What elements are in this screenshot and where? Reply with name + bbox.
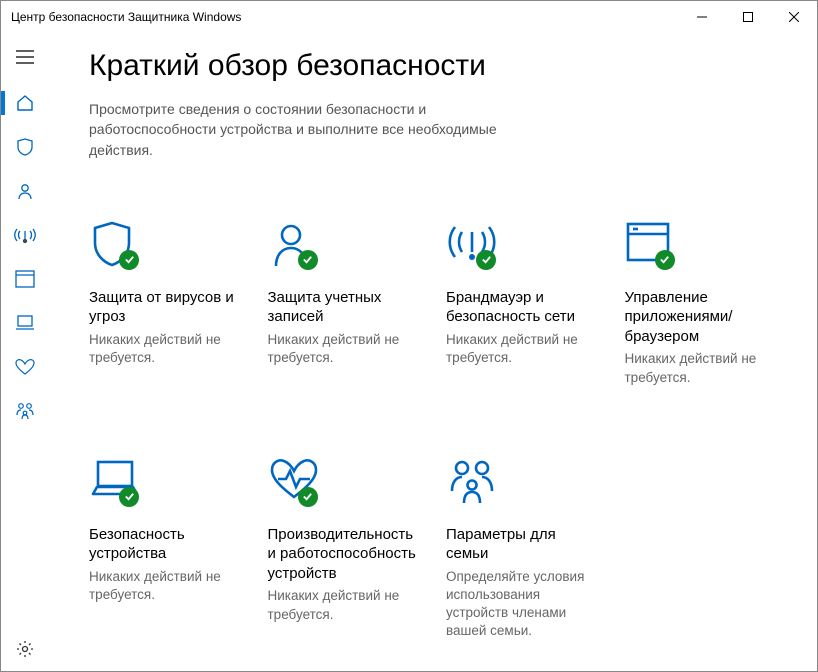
sidebar-item-app[interactable] [1, 257, 49, 301]
tile-title: Параметры для семьи [446, 525, 599, 564]
tile-title: Производительность и работоспособность у… [268, 525, 421, 584]
tile-family[interactable]: Параметры для семьи Определяйте условия … [446, 457, 599, 641]
heart-icon [14, 358, 36, 376]
sidebar-item-home[interactable] [1, 81, 49, 125]
sidebar-item-settings[interactable] [1, 627, 49, 671]
heart-pulse-icon [268, 457, 322, 505]
tile-title: Брандмауэр и безопасность сети [446, 288, 599, 327]
laptop-icon [14, 314, 36, 332]
check-badge-icon [655, 250, 675, 270]
gear-icon [15, 639, 35, 659]
network-icon [446, 220, 500, 268]
tile-health[interactable]: Производительность и работоспособность у… [268, 457, 421, 641]
tile-virus[interactable]: Защита от вирусов и угроз Никаких действ… [89, 220, 242, 387]
sidebar-item-device[interactable] [1, 301, 49, 345]
tile-account[interactable]: Защита учетных записей Никаких действий … [268, 220, 421, 387]
check-badge-icon [298, 250, 318, 270]
check-badge-icon [119, 487, 139, 507]
page-title: Краткий обзор безопасности [89, 49, 777, 83]
tile-title: Безопасность устройства [89, 525, 242, 564]
tile-status: Определяйте условия использования устрой… [446, 568, 599, 641]
shield-icon [15, 137, 35, 157]
main-content: Краткий обзор безопасности Просмотрите с… [49, 33, 817, 671]
laptop-icon [89, 457, 143, 505]
window-controls [679, 1, 817, 33]
check-badge-icon [119, 250, 139, 270]
tile-status: Никаких действий не требуется. [268, 587, 421, 623]
tile-device[interactable]: Безопасность устройства Никаких действий… [89, 457, 242, 641]
tile-status: Никаких действий не требуется. [446, 331, 599, 367]
tile-title: Защита учетных записей [268, 288, 421, 327]
home-icon [15, 93, 35, 113]
tile-status: Никаких действий не требуется. [89, 331, 242, 367]
sidebar-item-account[interactable] [1, 169, 49, 213]
tile-firewall[interactable]: Брандмауэр и безопасность сети Никаких д… [446, 220, 599, 387]
shield-icon [89, 220, 143, 268]
sidebar-item-health[interactable] [1, 345, 49, 389]
sidebar-item-family[interactable] [1, 389, 49, 433]
browser-icon [15, 270, 35, 288]
tile-status: Никаких действий не требуется. [268, 331, 421, 367]
tile-app[interactable]: Управление приложениями/браузером Никаки… [625, 220, 778, 387]
minimize-button[interactable] [679, 1, 725, 33]
tile-status: Никаких действий не требуется. [625, 350, 778, 386]
check-badge-icon [476, 250, 496, 270]
page-subtitle: Просмотрите сведения о состоянии безопас… [89, 99, 509, 160]
window-title: Центр безопасности Защитника Windows [11, 10, 679, 24]
hamburger-button[interactable] [1, 33, 49, 81]
browser-icon [625, 220, 679, 268]
person-icon [268, 220, 322, 268]
sidebar [1, 33, 49, 671]
family-icon [14, 401, 36, 421]
close-button[interactable] [771, 1, 817, 33]
check-badge-icon [298, 487, 318, 507]
family-icon [446, 457, 500, 505]
tile-status: Никаких действий не требуется. [89, 568, 242, 604]
titlebar: Центр безопасности Защитника Windows [1, 1, 817, 33]
tile-title: Защита от вирусов и угроз [89, 288, 242, 327]
tile-title: Управление приложениями/браузером [625, 288, 778, 347]
person-icon [15, 181, 35, 201]
sidebar-item-virus[interactable] [1, 125, 49, 169]
maximize-button[interactable] [725, 1, 771, 33]
sidebar-item-firewall[interactable] [1, 213, 49, 257]
tiles-grid: Защита от вирусов и угроз Никаких действ… [89, 220, 777, 641]
network-icon [14, 225, 36, 245]
